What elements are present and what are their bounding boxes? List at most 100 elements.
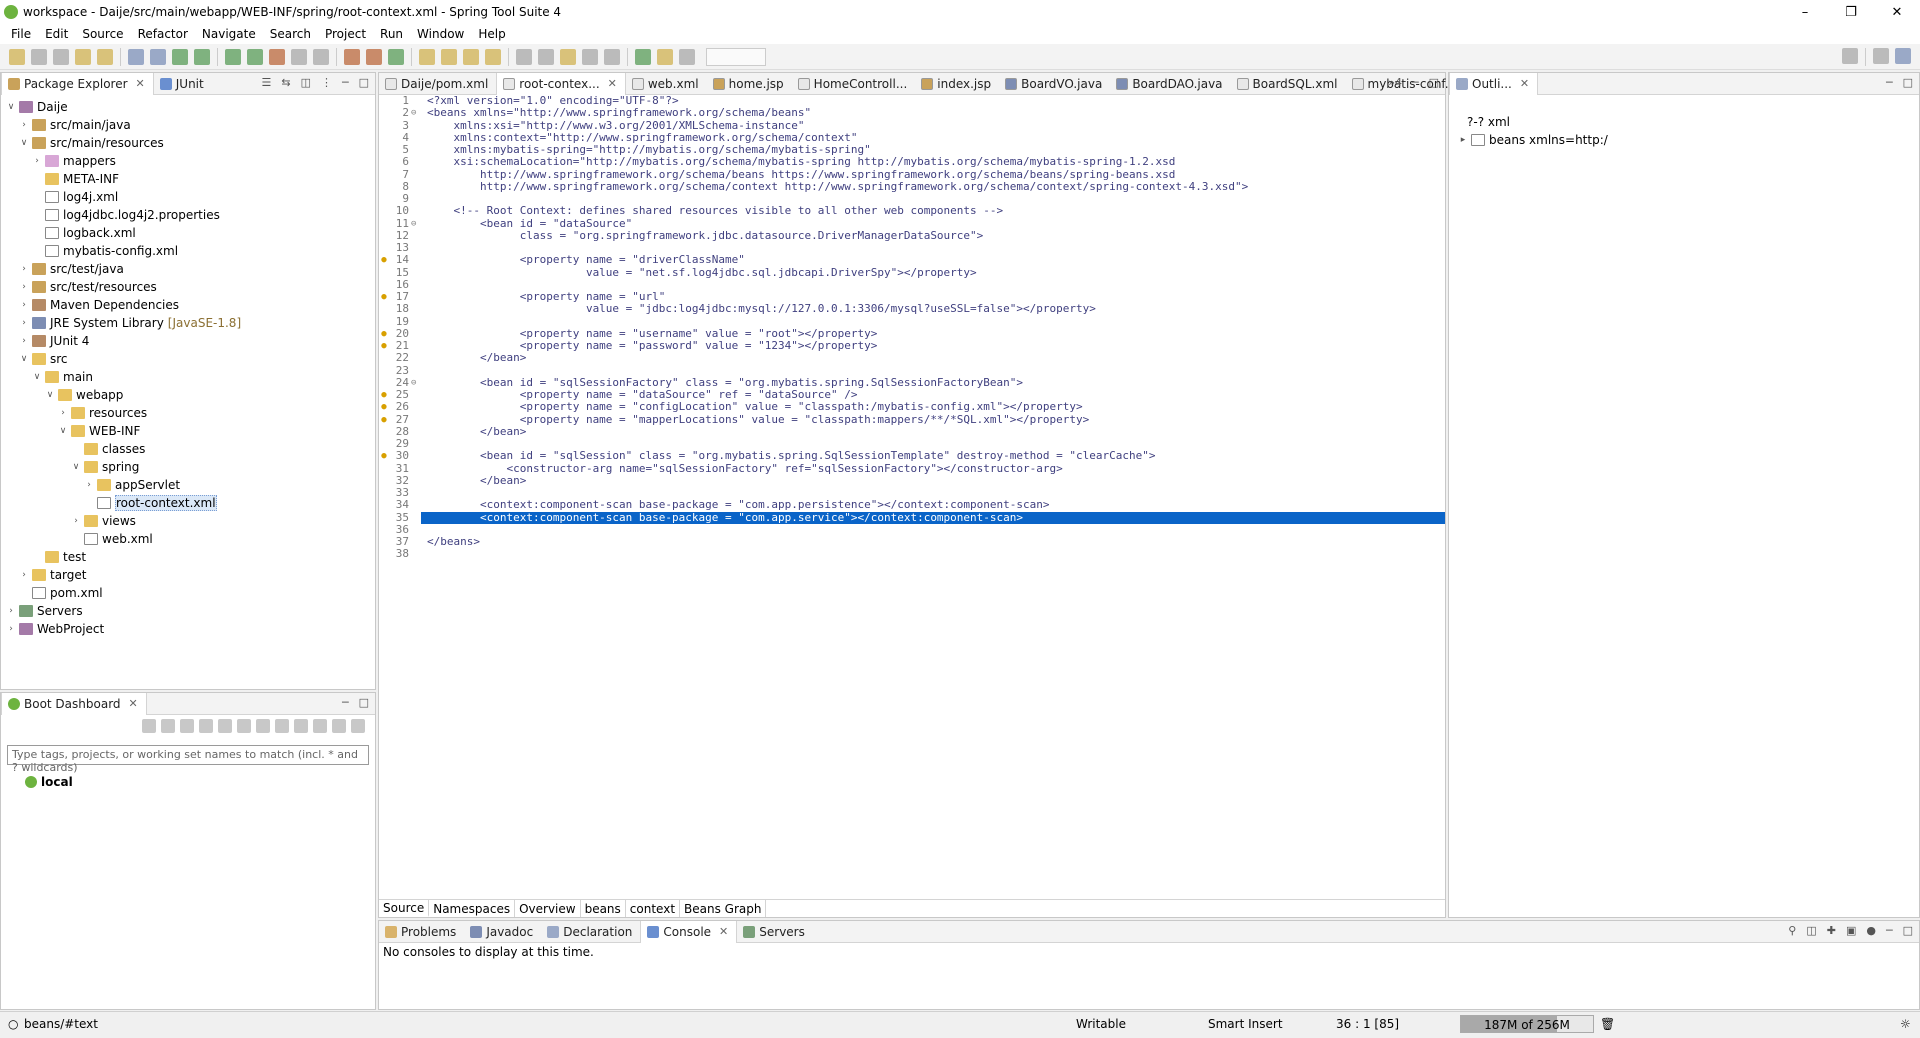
chevron-right-icon[interactable]: › <box>18 300 30 310</box>
chevron-right-icon[interactable]: › <box>18 570 30 580</box>
collapse-all-icon[interactable]: ☰ <box>261 76 271 89</box>
tree-item[interactable]: › JRE System Library [JavaSE-1.8] <box>1 314 375 332</box>
previous-annotation-icon[interactable] <box>538 48 554 65</box>
tab-console[interactable]: Console ✕ <box>640 920 738 943</box>
tab-outline[interactable]: Outli... ✕ <box>1449 72 1539 95</box>
forward-icon[interactable] <box>604 48 620 65</box>
menu-file[interactable]: File <box>4 27 38 41</box>
tree-item[interactable]: log4j.xml <box>1 188 375 206</box>
close-icon[interactable]: ✕ <box>1520 77 1529 90</box>
print-icon[interactable] <box>75 48 91 65</box>
skip-breakpoints-icon[interactable] <box>150 48 166 65</box>
menu-source[interactable]: Source <box>75 27 130 41</box>
minimize-icon[interactable]: ─ <box>1886 76 1893 89</box>
code-editor[interactable]: 1 <?xml version="1.0" encoding="UTF-8"?> 2… <box>379 95 1445 887</box>
tree-item[interactable]: META-INF <box>1 170 375 188</box>
close-icon[interactable]: ✕ <box>1874 0 1920 24</box>
tab-problems[interactable]: Problems <box>379 921 464 943</box>
display-console-icon[interactable]: ◫ <box>1806 924 1816 937</box>
relaunch-icon[interactable] <box>194 48 210 65</box>
tab-beans-graph[interactable]: Beans Graph <box>680 900 767 917</box>
debug-icon[interactable] <box>199 719 213 733</box>
menu-run[interactable]: Run <box>373 27 410 41</box>
close-icon[interactable]: ✕ <box>129 697 138 710</box>
toolbar-combo[interactable] <box>706 47 766 66</box>
menu-search[interactable]: Search <box>263 27 318 41</box>
tree-item[interactable]: ∨ webapp <box>1 386 375 404</box>
tree-item[interactable]: classes <box>1 440 375 458</box>
chevron-right-icon[interactable]: › <box>70 516 82 526</box>
tree-item[interactable]: › views <box>1 512 375 530</box>
chevron-down-icon[interactable]: ∨ <box>31 372 43 382</box>
chevron-down-icon[interactable]: ∨ <box>57 426 69 436</box>
menu-edit[interactable]: Edit <box>38 27 75 41</box>
chevron-right-icon[interactable]: › <box>18 264 30 274</box>
menu-navigate[interactable]: Navigate <box>195 27 263 41</box>
tree-item[interactable]: mybatis-config.xml <box>1 242 375 260</box>
menu-refactor[interactable]: Refactor <box>131 27 195 41</box>
link-editor-icon[interactable]: ⇆ <box>281 76 290 89</box>
minimize-icon[interactable]: ─ <box>1412 76 1419 89</box>
toggle-mark-icon[interactable] <box>657 48 673 65</box>
grid-icon[interactable] <box>679 48 695 65</box>
tab-overflow[interactable]: »4 <box>1388 76 1402 89</box>
open-browser-icon[interactable] <box>256 719 270 733</box>
run-icon[interactable] <box>247 48 263 65</box>
open-console-icon[interactable]: ✚ <box>1827 924 1836 937</box>
chevron-right-icon[interactable]: › <box>57 408 69 418</box>
open-perspective-icon[interactable] <box>1873 48 1889 64</box>
tree-item[interactable]: › Maven Dependencies <box>1 296 375 314</box>
minimize-icon[interactable]: – <box>1782 0 1828 24</box>
tree-item[interactable]: test <box>1 548 375 566</box>
heap-status[interactable]: 187M of 256M <box>1460 1015 1594 1033</box>
tree-item[interactable]: web.xml <box>1 530 375 548</box>
tree-item[interactable]: › mappers <box>1 152 375 170</box>
stop-icon[interactable] <box>180 719 194 733</box>
minimize-icon[interactable]: ─ <box>342 76 349 89</box>
chevron-right-icon[interactable]: › <box>18 318 30 328</box>
view-menu-icon[interactable] <box>351 719 365 733</box>
tree-item[interactable]: ∨ spring <box>1 458 375 476</box>
pin-editor-icon[interactable] <box>635 48 651 65</box>
tree-item[interactable]: root-context.xml <box>1 494 375 512</box>
tree-item[interactable]: log4jdbc.log4j2.properties <box>1 206 375 224</box>
close-icon[interactable]: ✕ <box>608 77 617 90</box>
tab-namespaces[interactable]: Namespaces <box>429 900 516 917</box>
chevron-down-icon[interactable]: ∨ <box>18 354 30 364</box>
menu-help[interactable]: Help <box>471 27 512 41</box>
new-icon[interactable] <box>9 48 25 65</box>
terminal-icon[interactable] <box>128 48 144 65</box>
lightbulb-icon[interactable] <box>294 719 308 733</box>
build-icon[interactable] <box>97 48 113 65</box>
tab-overview[interactable]: Overview <box>515 900 581 917</box>
boot-search-input[interactable]: Type tags, projects, or working set name… <box>7 745 369 774</box>
maximize-icon[interactable]: □ <box>1429 76 1439 89</box>
coverage-icon[interactable] <box>269 48 285 65</box>
tree-item[interactable]: › appServlet <box>1 476 375 494</box>
outline-item-xml[interactable]: ?-? xml <box>1457 113 1919 131</box>
tab-junit[interactable]: JUnit <box>154 73 212 95</box>
stop-icon[interactable] <box>291 48 307 65</box>
editor-tab[interactable]: BoardDAO.java <box>1110 73 1230 95</box>
editor-tab[interactable]: index.jsp <box>915 73 999 95</box>
filter-icon[interactable]: ◫ <box>301 76 311 89</box>
new-class-icon[interactable] <box>388 48 404 65</box>
editor-tab[interactable]: HomeControll... <box>792 73 916 95</box>
chevron-right-icon[interactable]: › <box>31 156 43 166</box>
maximize-icon[interactable]: □ <box>359 696 369 709</box>
pin-console-icon[interactable]: ⚲ <box>1788 924 1796 937</box>
open-folder-icon[interactable] <box>485 48 501 65</box>
chevron-down-icon[interactable]: ∨ <box>5 102 17 112</box>
chevron-down-icon[interactable]: ∨ <box>44 390 56 400</box>
open-type-icon[interactable] <box>419 48 435 65</box>
menu-project[interactable]: Project <box>318 27 373 41</box>
tree-item[interactable]: › JUnit 4 <box>1 332 375 350</box>
new-java-project-icon[interactable] <box>344 48 360 65</box>
spring-icon[interactable]: ● <box>1866 924 1876 937</box>
fold-icon[interactable]: ⊖ <box>411 107 421 119</box>
garbage-collect-icon[interactable]: 🗑 <box>1600 1017 1615 1031</box>
tab-source[interactable]: Source <box>379 900 430 917</box>
close-icon[interactable]: ✕ <box>136 77 145 90</box>
properties-icon[interactable] <box>237 719 251 733</box>
save-icon[interactable] <box>31 48 47 65</box>
